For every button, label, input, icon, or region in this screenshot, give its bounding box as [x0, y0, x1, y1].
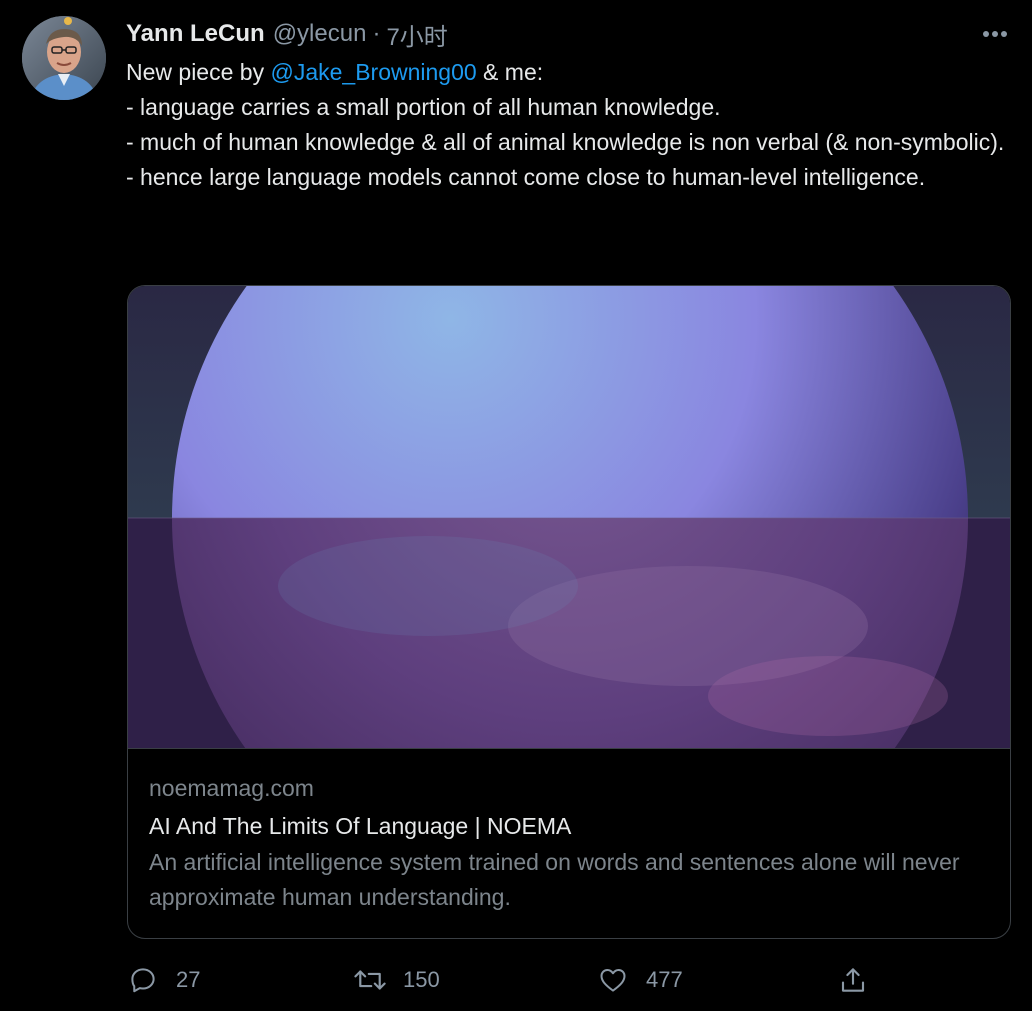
- tweet-text: New piece by @Jake_Browning00 & me: - la…: [126, 55, 1016, 195]
- retweet-button[interactable]: 150: [353, 960, 440, 1000]
- avatar-image: [22, 16, 106, 100]
- author-name[interactable]: Yann LeCun: [126, 20, 265, 48]
- more-options-button[interactable]: [980, 22, 1010, 46]
- share-button[interactable]: [836, 960, 870, 1000]
- card-image[interactable]: [128, 286, 1010, 748]
- tweet-text-line: - much of human knowledge & all of anima…: [126, 129, 1005, 155]
- tweet-text-line: New piece by @Jake_Browning00 & me:: [126, 55, 1016, 90]
- author-handle[interactable]: @ylecun: [273, 20, 367, 48]
- retweet-icon: [353, 963, 387, 997]
- card-title: AI And The Limits Of Language | NOEMA: [149, 813, 572, 839]
- link-card[interactable]: noemamag.com AI And The Limits Of Langua…: [127, 285, 1011, 939]
- card-domain: noemamag.com: [149, 775, 314, 801]
- tweet-text-prefix: New piece by: [126, 59, 271, 85]
- share-icon: [836, 963, 870, 997]
- tweet-header: Yann LeCun @ylecun · 7小时: [126, 17, 448, 52]
- reply-button[interactable]: 27: [126, 960, 200, 1000]
- card-description: An artificial intelligence system traine…: [149, 849, 960, 910]
- card-body[interactable]: noemamag.com AI And The Limits Of Langua…: [128, 748, 1010, 938]
- reply-icon: [126, 963, 160, 997]
- tweet-text-line: - language carries a small portion of al…: [126, 94, 721, 120]
- retweet-count: 150: [403, 967, 440, 992]
- mention-link[interactable]: @Jake_Browning00: [270, 59, 476, 85]
- action-bar: 27 150 477: [0, 960, 1032, 1000]
- like-button[interactable]: 477: [596, 960, 683, 1000]
- like-count: 477: [646, 967, 683, 992]
- more-horizontal-icon: [983, 31, 1007, 37]
- card-image-artwork: [128, 286, 1010, 748]
- tweet-text-suffix: & me:: [476, 59, 544, 85]
- tweet-text-line: - hence large language models cannot com…: [126, 164, 926, 190]
- reply-count: 27: [176, 967, 201, 992]
- heart-icon: [596, 963, 630, 997]
- separator-dot: ·: [372, 20, 381, 47]
- timestamp[interactable]: 7小时: [386, 17, 447, 52]
- avatar[interactable]: [22, 16, 106, 100]
- tweet[interactable]: Yann LeCun @ylecun · 7小时 New piece by @J…: [0, 0, 1032, 1011]
